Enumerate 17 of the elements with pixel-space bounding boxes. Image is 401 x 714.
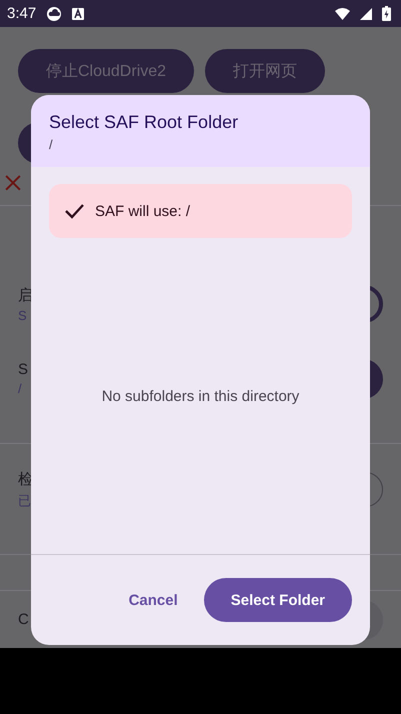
dialog-title: Select SAF Root Folder [49, 112, 240, 133]
keyboard-icon [72, 8, 84, 20]
setting-title: S [18, 361, 28, 378]
current-path: / [49, 137, 54, 152]
clock: 3:47 [7, 5, 36, 22]
cloud-icon [46, 6, 62, 20]
wifi-icon [335, 8, 350, 20]
setting-subtitle: / [18, 381, 22, 396]
setting-title: C [18, 611, 29, 628]
banner-text: SAF will use: / [95, 202, 190, 220]
battery-icon [382, 6, 391, 21]
select-folder-button[interactable]: Select Folder [204, 578, 352, 622]
signal-icon [360, 8, 372, 20]
setting-title: 检 [18, 470, 33, 489]
empty-message: No subfolders in this directory [102, 388, 300, 404]
close-icon [5, 175, 21, 191]
cancel-button[interactable]: Cancel [116, 578, 190, 622]
